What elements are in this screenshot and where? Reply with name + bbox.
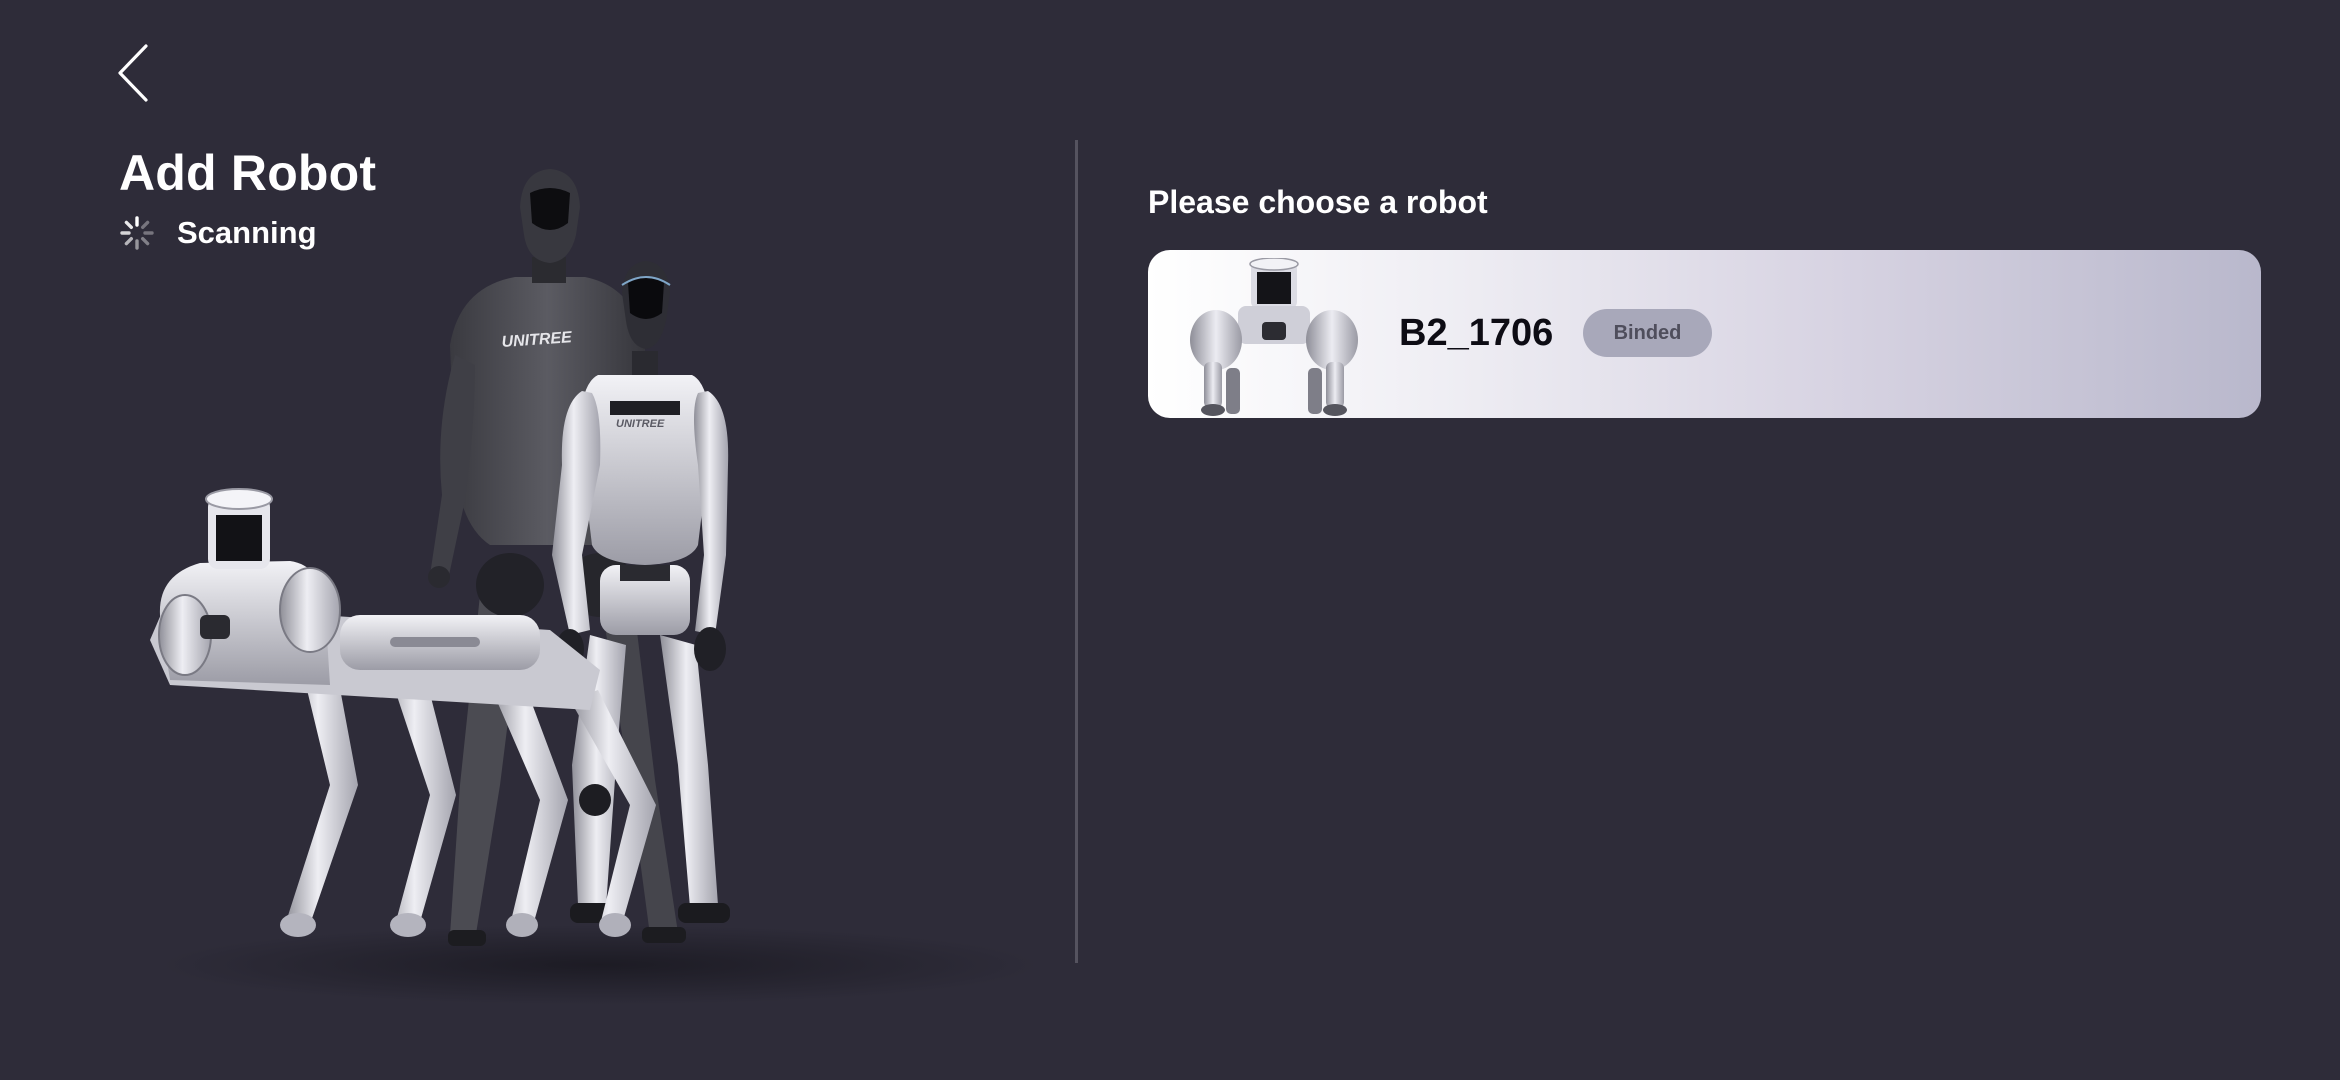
back-button[interactable] bbox=[108, 40, 158, 106]
chevron-left-icon bbox=[118, 44, 148, 102]
robot-card[interactable]: B2_1706 Binded bbox=[1148, 250, 2261, 418]
panel-divider bbox=[1075, 140, 1078, 963]
robot-list-heading: Please choose a robot bbox=[1148, 184, 1488, 220]
robots-hero-image: UNITREE UNITREE bbox=[150, 169, 1040, 1005]
status-badge: Binded bbox=[1583, 309, 1712, 357]
svg-text:UNITREE: UNITREE bbox=[616, 418, 665, 430]
robot-thumbnail bbox=[1190, 258, 1358, 416]
robot-name: B2_1706 bbox=[1399, 312, 1554, 354]
